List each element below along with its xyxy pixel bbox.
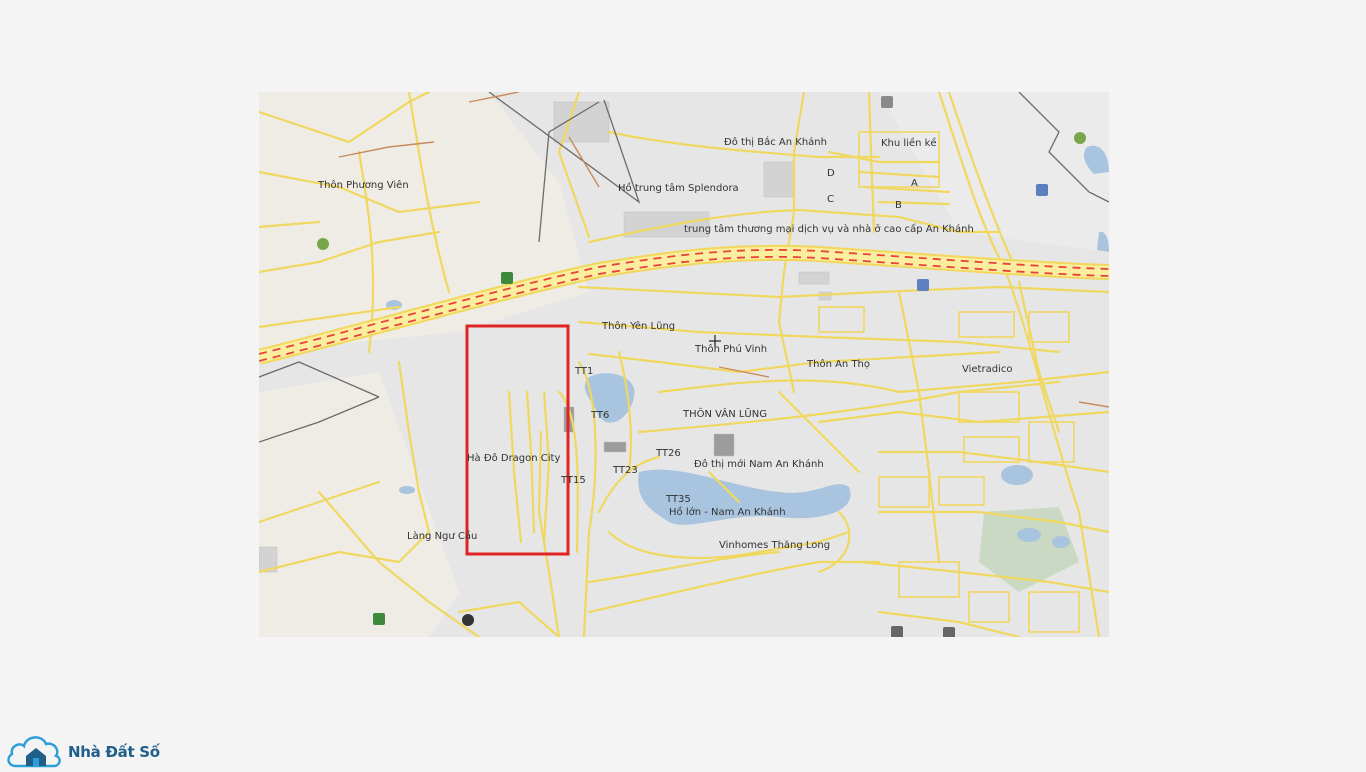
label-vietradico: Vietradico [962,364,1013,375]
pharmacy-icon [317,238,329,250]
vehicle-icon [891,626,903,637]
bank-icon [917,279,929,291]
label-phuong-vien: Thôn Phương Viên [318,180,409,191]
label-ho-lon: Hồ lớn - Nam An Khánh [669,507,786,518]
soccer-icon [462,614,474,626]
landmark-icon [943,627,955,637]
cloud-house-icon [7,736,61,768]
label-tt15: TT15 [561,475,586,486]
landmark-icon [881,96,893,108]
label-phu-vinh: Thôn Phú Vinh [695,344,768,355]
label-an-tho: Thôn An Thọ [807,359,871,370]
label-lang-ngu-cau: Làng Ngư Cầu [407,531,478,542]
monument-icon [501,272,513,284]
logo-text: Nhà Đất Số [68,743,160,761]
pharmacy-icon [1074,132,1086,144]
label-block-b: B [895,200,902,211]
label-yen-lung: Thôn Yên Lũng [602,321,676,332]
label-block-d: D [827,168,835,179]
label-block-c: C [827,194,834,205]
map-view[interactable]: Đô thị Bắc An Khánh Khu liền kề Hồ trung… [259,92,1109,637]
label-splendora: Hồ trung tâm Splendora [618,183,739,194]
label-tt26: TT26 [656,448,681,459]
label-tt1: TT1 [575,366,594,377]
label-nam-an-khanh: Đô thị mới Nam An Khánh [694,459,824,470]
label-khu-lien-ke: Khu liền kề [881,138,937,149]
label-van-lung: THÔN VÂN LŨNG [683,409,767,420]
label-vinhomes: Vinhomes Thăng Long [719,540,831,551]
label-trung-tam-tm: trung tâm thương mại dịch vụ và nhà ở ca… [684,224,974,235]
label-tt6: TT6 [591,410,610,421]
site-logo[interactable]: Nhà Đất Số [6,732,166,768]
office-icon [1036,184,1048,196]
label-block-a: A [911,178,918,189]
label-tt35: TT35 [666,494,691,505]
label-tt23: TT23 [613,465,638,476]
monument-icon [373,613,385,625]
label-bac-an-khanh: Đô thị Bắc An Khánh [724,137,827,148]
label-ha-do-dragon-city: Hà Đô Dragon City [467,453,561,464]
